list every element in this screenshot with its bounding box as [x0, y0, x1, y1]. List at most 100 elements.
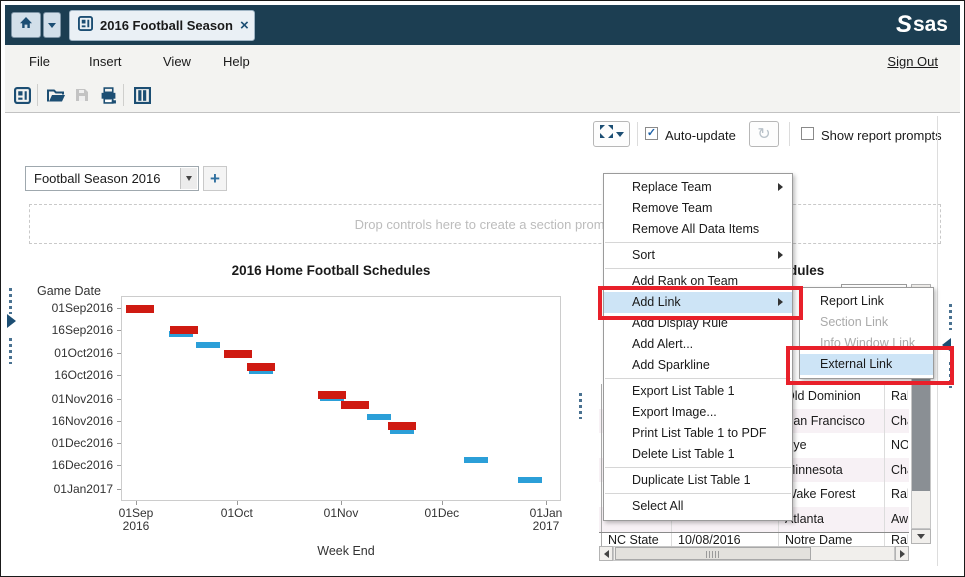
table-row-nc-state[interactable]: NC State10/08/2016Notre DameRal: [599, 532, 909, 547]
menu-item-replace-team[interactable]: Replace Team: [604, 177, 792, 198]
open-button[interactable]: [45, 84, 67, 106]
menu-separator: [605, 242, 791, 243]
show-report-prompts-label: Show report prompts: [821, 128, 942, 143]
x-tick-label: 01Jan2017: [514, 507, 578, 533]
table-cell: Cha: [884, 409, 908, 434]
menu-item-external-link[interactable]: External Link: [800, 354, 933, 375]
scroll-right-button[interactable]: [895, 546, 909, 561]
left-panel-splitter-handle[interactable]: [9, 288, 12, 314]
section-prompt-drop-area[interactable]: Drop controls here to create a section p…: [29, 204, 941, 244]
tab-2016-football-season[interactable]: 2016 Football Season ×: [69, 10, 255, 41]
layout-panels-button[interactable]: [131, 84, 153, 106]
triangle-right-icon: [900, 550, 905, 558]
menu-item-remove-team[interactable]: Remove Team: [604, 198, 792, 219]
menu-item-sort[interactable]: Sort: [604, 245, 792, 266]
submenu-arrow-icon: [778, 251, 783, 259]
table-cell: Ral: [884, 482, 908, 507]
refresh-button[interactable]: ↻: [749, 121, 779, 147]
section-dropdown[interactable]: Football Season 2016: [25, 166, 199, 191]
right-panel-splitter-handle[interactable]: [949, 304, 952, 330]
scroll-left-button[interactable]: [599, 546, 613, 561]
auto-update-checkbox[interactable]: ✓: [645, 127, 658, 140]
divider: [789, 122, 790, 146]
scroll-down-button[interactable]: [911, 529, 931, 544]
chevron-down-icon: [48, 23, 56, 28]
menu-item-duplicate-list-table-1[interactable]: Duplicate List Table 1: [604, 470, 792, 491]
table-cell: 10/08/2016: [671, 533, 776, 547]
chart-bar-away-games-blue[interactable]: [518, 477, 542, 483]
new-report-button[interactable]: [11, 84, 33, 106]
chart-bar-away-games-blue[interactable]: [196, 342, 220, 348]
menu-item-export-image[interactable]: Export Image...: [604, 402, 792, 423]
y-tick-label: 16Dec2016: [31, 458, 113, 472]
y-tick-label: 01Jan2017: [31, 482, 113, 496]
x-tick-label: 01Sep2016: [104, 507, 168, 533]
x-tick-mark: [546, 501, 547, 505]
menu-item-export-list-table-1[interactable]: Export List Table 1: [604, 381, 792, 402]
panel-border: [937, 116, 938, 566]
table-cell: Cha: [884, 458, 908, 483]
right-panel-splitter-handle[interactable]: [949, 362, 952, 388]
print-pdf-button[interactable]: [97, 84, 119, 106]
application-window: 2016 Football Season × Ssas FileInsertVi…: [0, 0, 965, 577]
expand-right-panel-icon[interactable]: [942, 338, 951, 352]
center-splitter-handle[interactable]: [579, 393, 582, 419]
chart-bar-home-games-red[interactable]: [126, 305, 154, 313]
menu-separator: [605, 467, 791, 468]
y-tick-mark: [117, 489, 121, 490]
auto-update-label: Auto-update: [665, 128, 736, 143]
home-menu-button[interactable]: [43, 12, 61, 38]
menu-item-print-list-table-1-to-pdf[interactable]: Print List Table 1 to PDF: [604, 423, 792, 444]
menu-separator: [605, 378, 791, 379]
menu-item-add-sparkline[interactable]: Add Sparkline: [604, 355, 792, 376]
menu-item-report-link[interactable]: Report Link: [800, 291, 933, 312]
folder-open-icon: [47, 87, 66, 104]
home-icon: [18, 15, 34, 36]
menubar-item-help[interactable]: Help: [217, 45, 256, 79]
list-table-title-fragment: dules: [789, 263, 824, 278]
horizontal-scrollbar-thumb[interactable]: [615, 547, 811, 560]
chart-bar-home-games-red[interactable]: [341, 401, 369, 409]
report-icon: [78, 16, 93, 36]
menu-item-add-alert[interactable]: Add Alert...: [604, 334, 792, 355]
left-panel-splitter-handle[interactable]: [9, 338, 12, 364]
menubar-item-file[interactable]: File: [23, 45, 56, 79]
menu-item-add-link[interactable]: Add Link: [604, 292, 792, 313]
maximize-button[interactable]: [593, 121, 630, 147]
add-link-submenu: Report LinkSection LinkInfo Window LinkE…: [799, 287, 934, 379]
table-cell: Ral: [884, 384, 908, 409]
tab-close-icon[interactable]: ×: [240, 19, 249, 32]
chart-bar-home-games-red[interactable]: [224, 350, 252, 358]
home-button[interactable]: [11, 12, 41, 38]
menu-separator: [605, 493, 791, 494]
menu-item-section-link: Section Link: [800, 312, 933, 333]
table-cell: Awa: [884, 507, 908, 532]
show-report-prompts-checkbox[interactable]: [801, 127, 814, 140]
menu-item-select-all[interactable]: Select All: [604, 496, 792, 517]
menu-item-add-rank-on-team[interactable]: Add Rank on Team: [604, 271, 792, 292]
chart-bar-home-games-red[interactable]: [388, 422, 416, 430]
chart-bar-away-games-blue[interactable]: [464, 457, 488, 463]
chart-bar-home-games-red[interactable]: [247, 363, 275, 371]
table-cell: Atlanta: [778, 507, 882, 532]
expand-arrows-icon: [600, 125, 613, 143]
sign-out-link[interactable]: Sign Out: [887, 45, 938, 79]
chart-bar-home-games-red[interactable]: [170, 326, 198, 334]
x-tick-mark: [341, 501, 342, 505]
menu-item-add-display-rule[interactable]: Add Display Rule: [604, 313, 792, 334]
add-section-button[interactable]: +: [203, 166, 227, 191]
menu-item-delete-list-table-1[interactable]: Delete List Table 1: [604, 444, 792, 465]
toolbar-separator: [123, 84, 124, 106]
context-menu: Replace TeamRemove TeamRemove All Data I…: [603, 173, 793, 521]
y-axis-title: Game Date: [37, 284, 101, 298]
chart-bar-away-games-blue[interactable]: [367, 414, 391, 420]
menubar-item-insert[interactable]: Insert: [83, 45, 128, 79]
menu-item-remove-all-data-items[interactable]: Remove All Data Items: [604, 219, 792, 240]
menubar-item-view[interactable]: View: [157, 45, 197, 79]
grip-icon: [706, 551, 720, 558]
chart-title: 2016 Home Football Schedules: [141, 263, 521, 278]
expand-left-panel-icon[interactable]: [7, 314, 16, 328]
y-tick-label: 16Oct2016: [31, 368, 113, 382]
save-button-disabled[interactable]: [71, 84, 93, 106]
chart-bar-home-games-red[interactable]: [318, 391, 346, 399]
